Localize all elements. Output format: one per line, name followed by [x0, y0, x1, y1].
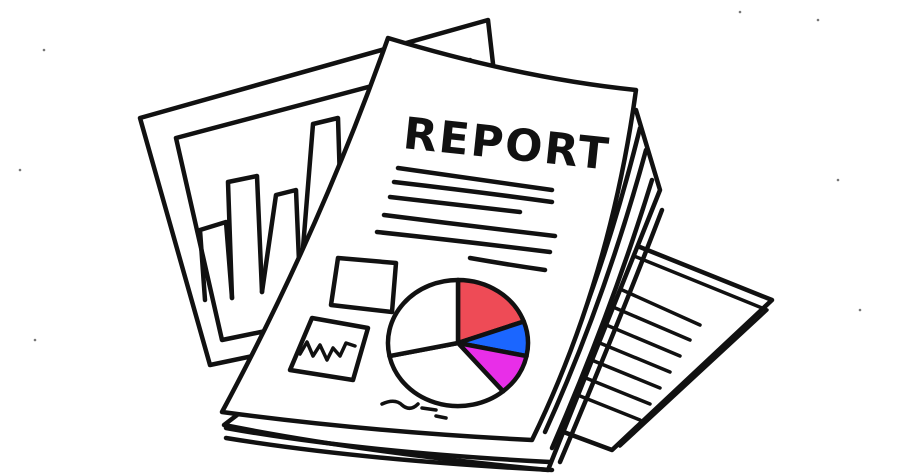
- report-illustration: REPORT: [18, 10, 862, 473]
- report-pie-chart: [385, 277, 531, 409]
